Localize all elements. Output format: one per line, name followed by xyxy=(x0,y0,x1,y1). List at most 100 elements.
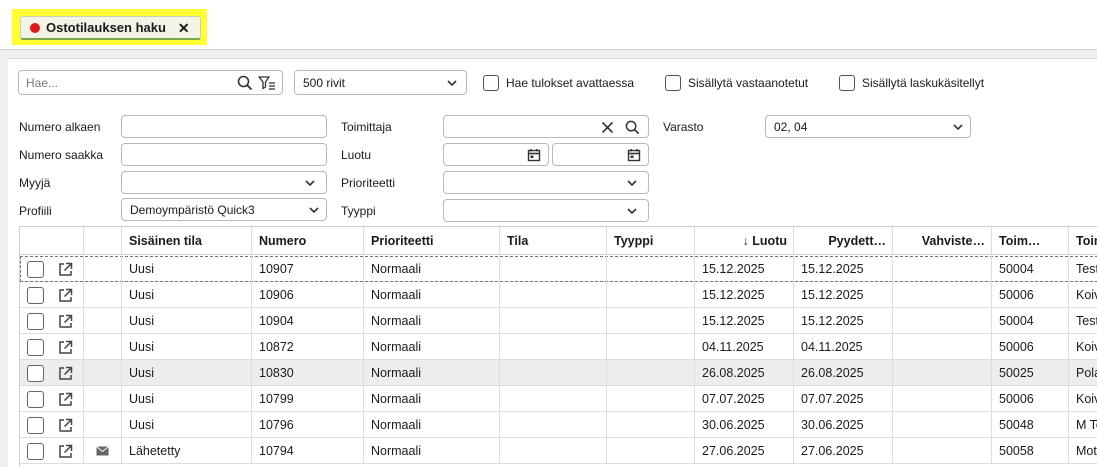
col-type[interactable]: Tyyppi xyxy=(607,227,695,255)
row-limit-select[interactable]: 500 rivit xyxy=(294,70,467,95)
row-checkbox[interactable] xyxy=(27,390,44,408)
priority-select[interactable] xyxy=(443,171,649,194)
include-received-option[interactable]: Sisällytä vastaanotetut xyxy=(665,75,808,91)
chevron-down-icon xyxy=(305,180,315,187)
row-checkbox[interactable] xyxy=(27,338,44,356)
results-table: Sisäinen tila Numero Prioriteetti Tila T… xyxy=(19,226,1097,467)
profile-label: Profiili xyxy=(19,204,52,218)
include-invoiced-checkbox[interactable] xyxy=(839,75,855,91)
number-to-input[interactable] xyxy=(121,143,327,166)
cell-confirmed xyxy=(893,334,992,360)
table-row[interactable]: Uusi 10872 Normaali 04.11.2025 04.11.2025 500… xyxy=(20,334,1097,360)
cell-number: 10904 xyxy=(252,308,364,334)
open-external-icon[interactable] xyxy=(58,444,73,459)
cell-supplier-no: 50058 xyxy=(992,438,1069,464)
created-to-date[interactable] xyxy=(552,143,649,166)
cell-internal-status: Uusi xyxy=(122,256,252,282)
cell-confirmed xyxy=(893,308,992,334)
table-row[interactable]: Uusi 10796 Normaali 30.06.2025 30.06.2025 500… xyxy=(20,412,1097,438)
cell-internal-status: Uusi xyxy=(122,282,252,308)
row-checkbox[interactable] xyxy=(27,260,44,278)
row-checkbox[interactable] xyxy=(27,364,44,382)
include-invoiced-label: Sisällytä laskukäsitellyt xyxy=(862,76,985,90)
cell-created: 26.08.2025 xyxy=(695,360,794,386)
unsaved-dot-icon xyxy=(30,22,40,33)
cell-created: 15.12.2025 xyxy=(695,308,794,334)
row-checkbox-cell xyxy=(20,438,58,464)
cell-requested: 15.12.2025 xyxy=(794,308,893,334)
cell-type xyxy=(607,412,695,438)
open-external-icon[interactable] xyxy=(58,392,73,407)
calendar-icon xyxy=(627,149,641,162)
warehouse-value: 02, 04 xyxy=(774,119,808,134)
table-row[interactable]: Uusi 10830 Normaali 26.08.2025 26.08.2025 500… xyxy=(20,360,1097,386)
search-input[interactable] xyxy=(19,75,234,90)
open-external-icon[interactable] xyxy=(58,366,73,381)
col-select xyxy=(20,227,84,255)
open-external-icon[interactable] xyxy=(58,288,73,303)
filter-settings-icon[interactable] xyxy=(256,72,278,94)
col-status[interactable]: Tila xyxy=(500,227,607,255)
cell-supplier-name: Test xyxy=(1076,262,1097,276)
type-label: Tyyppi xyxy=(341,204,376,218)
cell-confirmed xyxy=(893,386,992,412)
table-row[interactable]: Uusi 10906 Normaali 15.12.2025 15.12.2025 500… xyxy=(20,282,1097,308)
include-received-checkbox[interactable] xyxy=(665,75,681,91)
open-external-icon[interactable] xyxy=(58,314,73,329)
col-supplier-no[interactable]: Toim… xyxy=(992,227,1069,255)
flag-cell xyxy=(84,334,122,360)
profile-select[interactable]: Demoympäristö Quick3 xyxy=(121,198,327,221)
fetch-on-open-checkbox[interactable] xyxy=(483,75,499,91)
open-external-icon[interactable] xyxy=(58,418,73,433)
flag-cell xyxy=(84,308,122,334)
open-external-icon[interactable] xyxy=(58,340,73,355)
open-external-icon[interactable] xyxy=(58,262,73,277)
cell-requested: 04.11.2025 xyxy=(794,334,893,360)
row-checkbox[interactable] xyxy=(27,286,44,304)
col-supplier-name[interactable]: Toim xyxy=(1069,227,1097,255)
close-icon[interactable]: ✕ xyxy=(178,21,190,35)
tab-purchase-order-search[interactable]: Ostotilauksen haku ✕ xyxy=(20,16,201,40)
cell-supplier-no: 50006 xyxy=(992,334,1069,360)
type-select[interactable] xyxy=(443,199,649,222)
cell-priority: Normaali xyxy=(364,308,500,334)
cell-number: 10907 xyxy=(252,256,364,282)
cell-type xyxy=(607,282,695,308)
table-row[interactable]: Uusi 10799 Normaali 07.07.2025 07.07.2025 500… xyxy=(20,386,1097,412)
search-icon[interactable] xyxy=(234,72,256,94)
fetch-on-open-option[interactable]: Hae tulokset avattaessa xyxy=(483,75,634,91)
number-from-input[interactable] xyxy=(121,115,327,138)
row-checkbox[interactable] xyxy=(27,416,44,434)
col-created[interactable]: ↓ Luotu xyxy=(695,227,794,255)
cell-type xyxy=(607,438,695,464)
row-checkbox[interactable] xyxy=(27,312,44,330)
seller-label: Myyjä xyxy=(19,176,51,190)
created-from-date[interactable] xyxy=(443,143,549,166)
cell-type xyxy=(607,386,695,412)
fetch-on-open-label: Hae tulokset avattaessa xyxy=(506,76,635,90)
col-priority[interactable]: Prioriteetti xyxy=(364,227,500,255)
warehouse-select[interactable]: 02, 04 xyxy=(765,115,971,138)
col-requested[interactable]: Pyydett… xyxy=(794,227,893,255)
col-flags xyxy=(84,227,122,255)
col-confirmed[interactable]: Vahviste… xyxy=(893,227,992,255)
row-checkbox[interactable] xyxy=(27,442,44,460)
cell-supplier-name: Test xyxy=(1076,314,1097,328)
cell-requested: 07.07.2025 xyxy=(794,386,893,412)
table-row[interactable]: Lähetetty 10794 Normaali 27.06.2025 27.06.20… xyxy=(20,438,1097,464)
supplier-input[interactable] xyxy=(443,115,649,138)
col-internal-status[interactable]: Sisäinen tila xyxy=(122,227,252,255)
cell-status xyxy=(500,256,607,282)
cell-internal-status: Uusi xyxy=(122,360,252,386)
table-row[interactable]: Uusi 10907 Normaali 15.12.2025 15.12.2025 500… xyxy=(20,256,1097,282)
number-from-label: Numero alkaen xyxy=(19,120,101,134)
include-invoiced-option[interactable]: Sisällytä laskukäsitellyt xyxy=(839,75,984,91)
cell-created: 27.06.2025 xyxy=(695,438,794,464)
table-row[interactable]: Uusi 10904 Normaali 15.12.2025 15.12.2025 500… xyxy=(20,308,1097,334)
col-number[interactable]: Numero xyxy=(252,227,364,255)
open-cell xyxy=(58,386,84,412)
cell-type xyxy=(607,308,695,334)
seller-select[interactable] xyxy=(121,171,327,194)
cell-type xyxy=(607,256,695,282)
cell-created: 15.12.2025 xyxy=(695,256,794,282)
